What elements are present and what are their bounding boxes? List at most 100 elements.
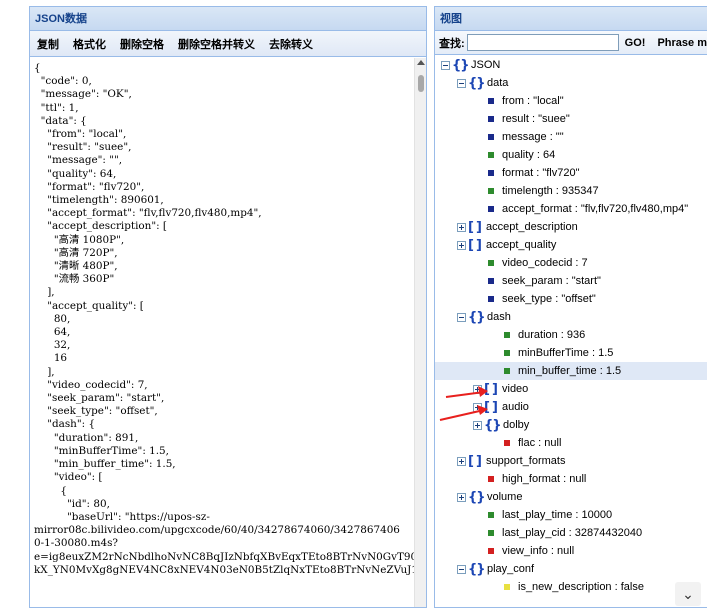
tree-node[interactable]: result : "suee" — [435, 110, 707, 128]
tree-node-label: minBufferTime : 1.5 — [518, 347, 614, 359]
code-line: 32, — [34, 339, 71, 352]
copy-button[interactable]: 复制 — [32, 36, 64, 52]
collapse-icon[interactable] — [457, 312, 466, 322]
code-line: mirror08c.bilivideo.com/upgcxcode/60/40/… — [34, 524, 400, 537]
expand-icon[interactable] — [457, 456, 466, 466]
boolean-value-icon — [504, 584, 510, 590]
tree-node[interactable]: [] video — [435, 380, 707, 398]
tree-node[interactable]: from : "local" — [435, 92, 707, 110]
tree-node[interactable]: {} data — [435, 74, 707, 92]
code-line: "id": 80, — [34, 497, 110, 510]
unescape-button[interactable]: 去除转义 — [264, 36, 318, 52]
number-value-icon — [504, 368, 510, 374]
code-line: 64, — [34, 326, 71, 339]
tree-node[interactable]: {} JSON — [435, 56, 707, 74]
tree-node-label: high_format : null — [502, 473, 587, 485]
tree-node[interactable]: high_format : null — [435, 470, 707, 488]
tree-node[interactable]: [] audio — [435, 398, 707, 416]
editor-scrollbar[interactable] — [414, 58, 426, 607]
tree-node[interactable]: last_play_cid : 32874432040 — [435, 524, 707, 542]
string-value-icon — [488, 98, 494, 104]
json-data-panel: JSON数据 复制 格式化 删除空格 删除空格并转义 去除转义 { "code"… — [29, 6, 427, 608]
search-bar: 查找: GO! Phrase m — [435, 31, 707, 55]
null-value-icon — [504, 440, 510, 446]
expand-icon[interactable] — [457, 492, 466, 502]
tree-node[interactable]: view_info : null — [435, 542, 707, 560]
phrase-match-label[interactable]: Phrase m — [657, 37, 707, 49]
code-line: { — [34, 484, 68, 497]
remove-spaces-escape-button[interactable]: 删除空格并转义 — [173, 36, 260, 52]
json-tree: {} JSON{} data from : "local" result : "suee… — [435, 56, 707, 607]
tree-node[interactable]: quality : 64 — [435, 146, 707, 164]
tree-node[interactable]: video_codecid : 7 — [435, 254, 707, 272]
json-data-panel-title: JSON数据 — [30, 7, 426, 31]
tree-node[interactable]: [] accept_description — [435, 218, 707, 236]
scroll-up-icon[interactable] — [417, 60, 425, 65]
expand-icon[interactable] — [473, 402, 482, 412]
tree-node[interactable]: message : "" — [435, 128, 707, 146]
tree-node[interactable]: format : "flv720" — [435, 164, 707, 182]
tree-node[interactable]: [] accept_quality — [435, 236, 707, 254]
code-line: "ttl": 1, — [34, 101, 79, 114]
tree-node[interactable]: {} volume — [435, 488, 707, 506]
collapse-icon[interactable] — [457, 78, 466, 88]
code-line: 80, — [34, 312, 71, 325]
json-text-editor[interactable]: { "code": 0, "message": "OK", "ttl": 1, … — [30, 58, 414, 607]
code-line: "dash": { — [34, 418, 96, 431]
tree-node[interactable]: min_buffer_time : 1.5 — [435, 362, 707, 380]
tree-node[interactable]: seek_param : "start" — [435, 272, 707, 290]
tree-node[interactable]: {} dolby — [435, 416, 707, 434]
scrollbar-thumb[interactable] — [418, 75, 424, 92]
tree-node-label: min_buffer_time : 1.5 — [518, 365, 622, 377]
tree-node-label: data — [487, 77, 509, 89]
tree-node[interactable]: {} play_conf — [435, 560, 707, 578]
tree-node[interactable]: {} dash — [435, 308, 707, 326]
tree-node-label: duration : 936 — [518, 329, 586, 341]
tree-node-label: seek_type : "offset" — [502, 293, 596, 305]
code-line: "minBufferTime": 1.5, — [34, 444, 169, 457]
tree-node[interactable]: minBufferTime : 1.5 — [435, 344, 707, 362]
go-button[interactable]: GO! — [625, 37, 646, 49]
code-line: "message": "OK", — [34, 88, 132, 101]
search-input[interactable] — [466, 34, 619, 51]
code-line: "message": "", — [34, 154, 123, 167]
number-value-icon — [504, 350, 510, 356]
collapse-icon[interactable] — [441, 60, 450, 70]
number-value-icon — [488, 260, 494, 266]
code-line: "from": "local", — [34, 128, 127, 141]
expand-icon[interactable] — [473, 420, 482, 430]
tree-node-label: video_codecid : 7 — [502, 257, 588, 269]
tree-node-label: last_play_cid : 32874432040 — [502, 527, 643, 539]
code-line: e=ig8euxZM2rNcNbdlhoNvNC8BqJIzNbfqXBvEqx… — [34, 550, 414, 563]
tree-node-label: dash — [487, 311, 511, 323]
string-value-icon — [488, 206, 494, 212]
array-icon: [] — [468, 453, 484, 469]
tree-node[interactable]: flac : null — [435, 434, 707, 452]
search-label: 查找: — [439, 37, 465, 50]
tree-node[interactable]: [] support_formats — [435, 452, 707, 470]
tree-node[interactable]: seek_type : "offset" — [435, 290, 707, 308]
format-button[interactable]: 格式化 — [68, 36, 111, 52]
object-icon: {} — [468, 309, 486, 325]
tree-node[interactable]: duration : 936 — [435, 326, 707, 344]
null-value-icon — [488, 476, 494, 482]
tree-node-label: message : "" — [502, 131, 564, 143]
code-line: 16 — [34, 352, 68, 365]
code-line: "seek_param": "start", — [34, 392, 165, 405]
code-line: "清晰 480P", — [34, 260, 118, 273]
remove-spaces-button[interactable]: 删除空格 — [115, 36, 169, 52]
tree-node-label: accept_format : "flv,flv720,flv480,mp4" — [502, 203, 689, 215]
tree-node-label: is_new_description : false — [518, 581, 644, 593]
collapse-icon[interactable] — [457, 564, 466, 574]
number-value-icon — [488, 152, 494, 158]
expand-icon[interactable] — [457, 240, 466, 250]
expand-icon[interactable] — [457, 222, 466, 232]
tree-node[interactable]: last_play_time : 10000 — [435, 506, 707, 524]
tree-node[interactable]: is_new_description : false — [435, 578, 707, 596]
tree-node[interactable]: timelength : 935347 — [435, 182, 707, 200]
tree-node[interactable]: accept_format : "flv,flv720,flv480,mp4" — [435, 200, 707, 218]
tree-view-panel: 视图 查找: GO! Phrase m {} JSON{} data from : "… — [434, 6, 707, 608]
code-line: "duration": 891, — [34, 431, 139, 444]
chevron-down-icon[interactable]: ⌄ — [675, 582, 701, 606]
expand-icon[interactable] — [473, 384, 482, 394]
